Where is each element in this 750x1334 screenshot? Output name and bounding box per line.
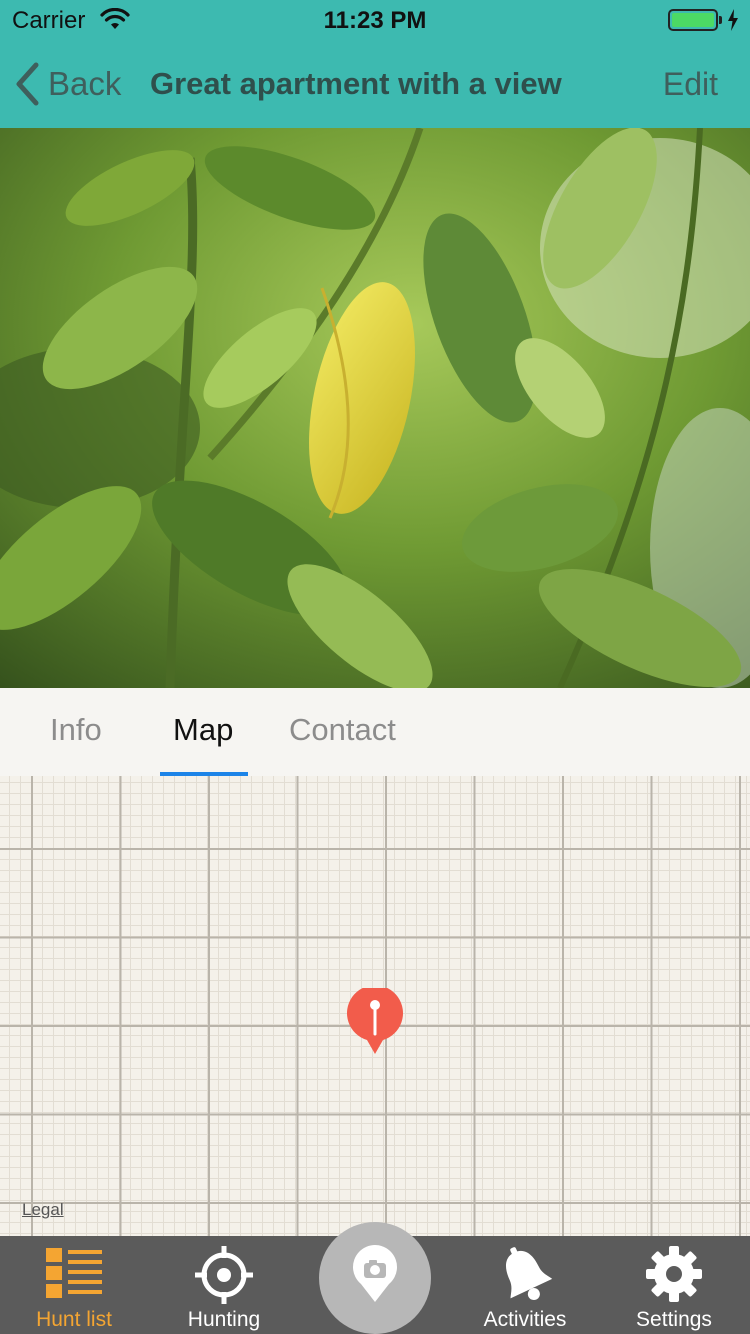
tabbar-label-activities: Activities (483, 1308, 567, 1331)
tab-map[interactable]: Map (173, 712, 233, 748)
back-label: Back (48, 65, 122, 102)
tabbar-label-settings: Settings (636, 1308, 712, 1331)
add-place-button[interactable] (319, 1222, 431, 1334)
chevron-left-icon (16, 62, 39, 106)
tabbar-item-hunting[interactable]: Hunting (168, 1236, 280, 1334)
hunt-list-icon (46, 1248, 102, 1298)
battery-fill (672, 13, 714, 27)
crosshair-icon (195, 1246, 253, 1304)
status-time: 11:23 PM (323, 7, 427, 34)
tabbar-item-hunt-list[interactable]: Hunt list (18, 1236, 130, 1334)
battery-cap (719, 16, 722, 24)
map-view[interactable]: Legal (0, 776, 750, 1236)
page-title: Great apartment with a view (150, 66, 562, 101)
tabbar-item-activities[interactable]: Activities (470, 1236, 580, 1334)
leaves-photo (0, 128, 750, 688)
tabbar-label-hunt-list: Hunt list (36, 1308, 112, 1331)
listing-photo (0, 128, 750, 688)
charging-bolt-icon (728, 9, 738, 31)
segment-tabs: Info Map Contact (0, 688, 750, 776)
back-button[interactable]: Back (14, 60, 121, 108)
status-bar: Carrier 11:23 PM (0, 0, 750, 40)
navigation-header: Carrier 11:23 PM Back Great apartment wi… (0, 0, 750, 128)
tabbar-label-hunting: Hunting (187, 1308, 261, 1331)
tab-contact[interactable]: Contact (289, 712, 396, 748)
edit-button[interactable]: Edit (663, 66, 718, 103)
tab-info[interactable]: Info (50, 712, 102, 748)
battery-icon (668, 9, 718, 31)
map-pin-icon[interactable] (345, 988, 405, 1056)
map-legal-link[interactable]: Legal (22, 1200, 64, 1220)
camera-location-icon (353, 1245, 397, 1302)
tabbar-item-settings[interactable]: Settings (620, 1236, 728, 1334)
gear-icon (646, 1246, 702, 1302)
bell-icon (506, 1247, 553, 1301)
